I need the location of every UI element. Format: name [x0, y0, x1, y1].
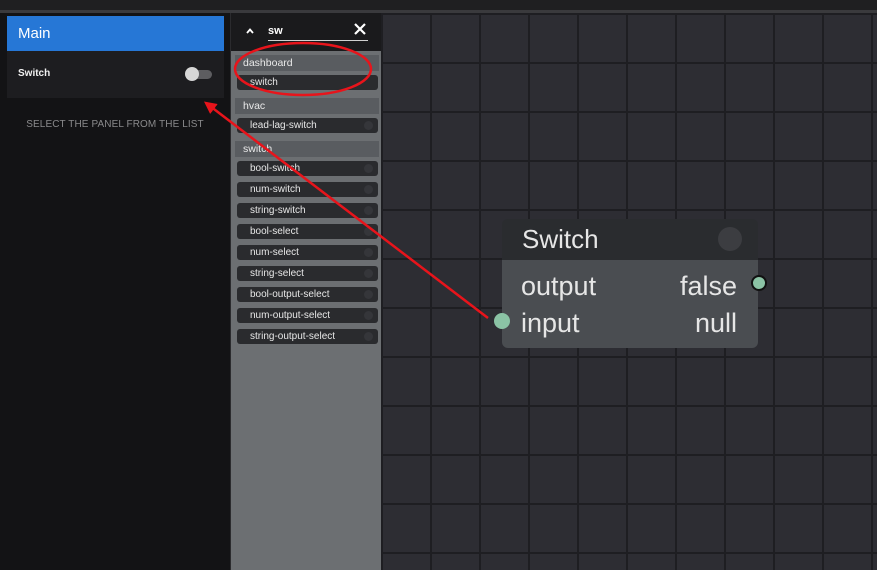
- switch-toggle-knob[interactable]: [185, 67, 199, 81]
- node-item-label: switch: [250, 77, 278, 88]
- node-item-label: bool-select: [250, 226, 299, 237]
- output-value: false: [679, 271, 737, 301]
- output-port[interactable]: [751, 275, 767, 291]
- category-dashboard[interactable]: dashboard: [235, 55, 379, 71]
- input-label: input: [521, 308, 580, 338]
- node-item-label: num-output-select: [250, 310, 331, 321]
- node-item-label: bool-switch: [250, 163, 301, 174]
- search-bar: [231, 13, 381, 51]
- node-item-bool-select[interactable]: bool-select: [237, 224, 378, 239]
- node-item-num-switch[interactable]: num-switch: [237, 182, 378, 197]
- status-dot: [364, 227, 373, 236]
- status-dot: [364, 121, 373, 130]
- close-icon[interactable]: [352, 21, 368, 37]
- status-dot: [364, 206, 373, 215]
- node-body: output false input null: [502, 260, 758, 348]
- node-item-switch[interactable]: switch: [237, 75, 378, 90]
- node-item-label: num-switch: [250, 184, 301, 195]
- status-dot: [364, 290, 373, 299]
- input-port[interactable]: [494, 313, 510, 329]
- status-dot: [364, 269, 373, 278]
- node-status-indicator: [718, 227, 742, 251]
- chevron-up-icon[interactable]: [246, 27, 254, 35]
- status-dot: [364, 311, 373, 320]
- node-item-num-select[interactable]: num-select: [237, 245, 378, 260]
- node-item-string-switch[interactable]: string-switch: [237, 203, 378, 218]
- node-item-label: lead-lag-switch: [250, 120, 317, 131]
- category-switch[interactable]: switch: [235, 141, 379, 157]
- dashboard-panel: Main Switch SELECT THE PANEL FROM THE LI…: [0, 13, 230, 570]
- node-item-label: string-switch: [250, 205, 306, 216]
- node-search-panel: dashboard switch hvac lead-lag-switch sw…: [231, 13, 381, 570]
- node-item-label: string-select: [250, 268, 304, 279]
- output-label: output: [521, 271, 597, 301]
- input-value: null: [694, 308, 737, 338]
- node-item-lead-lag-switch[interactable]: lead-lag-switch: [237, 118, 378, 133]
- status-dot: [364, 332, 373, 341]
- node-item-label: string-output-select: [250, 331, 336, 342]
- node-item-bool-switch[interactable]: bool-switch: [237, 161, 378, 176]
- switch-node[interactable]: Switch output false input null: [502, 219, 758, 348]
- node-item-num-output-select[interactable]: num-output-select: [237, 308, 378, 323]
- status-dot: [364, 164, 373, 173]
- status-dot: [364, 248, 373, 257]
- node-item-bool-output-select[interactable]: bool-output-select: [237, 287, 378, 302]
- node-item-string-select[interactable]: string-select: [237, 266, 378, 281]
- top-bar: [0, 0, 877, 10]
- node-item-label: num-select: [250, 247, 299, 258]
- category-hvac[interactable]: hvac: [235, 98, 379, 114]
- switch-widget-label: Switch: [18, 68, 51, 79]
- tab-main[interactable]: Main: [7, 16, 224, 51]
- switch-widget-row: Switch: [7, 51, 224, 98]
- status-dot: [364, 185, 373, 194]
- panel-hint-text: SELECT THE PANEL FROM THE LIST: [26, 119, 204, 130]
- node-item-string-output-select[interactable]: string-output-select: [237, 329, 378, 344]
- node-item-label: bool-output-select: [250, 289, 330, 300]
